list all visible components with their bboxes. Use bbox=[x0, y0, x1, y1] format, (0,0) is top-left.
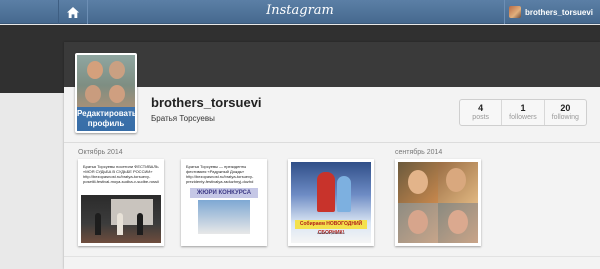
nav-username: brothers_torsuevi bbox=[525, 7, 594, 17]
post-thumbnail[interactable]: Собираем НОВОГОДНИЙ СБОРНИК! www.bezopas… bbox=[288, 159, 374, 246]
profile-card: Редактировать профиль brothers_torsuevi … bbox=[64, 42, 600, 269]
person bbox=[95, 213, 101, 235]
post-caption: Братья Торсуевы — президенты фестиваля «… bbox=[186, 164, 254, 184]
post-photo bbox=[81, 195, 161, 243]
face bbox=[85, 85, 101, 103]
stat-label: posts bbox=[472, 114, 490, 121]
santa-figure bbox=[317, 172, 335, 212]
post-banner: ЖЮРИ КОНКУРСА bbox=[190, 188, 258, 198]
post-caption: Братья Торсуевы посетили ФЕСТИВАЛЬ «МОЯ … bbox=[83, 164, 159, 184]
profile-username: brothers_torsuevi bbox=[151, 95, 262, 110]
divider bbox=[64, 256, 600, 257]
face bbox=[109, 85, 125, 103]
post-image: Братья Торсуевы — президенты фестиваля «… bbox=[184, 162, 264, 243]
profile-photo-image: Редактировать профиль bbox=[77, 55, 135, 131]
person bbox=[117, 213, 123, 235]
stat-posts[interactable]: 4 posts bbox=[460, 100, 503, 125]
face bbox=[109, 61, 125, 79]
stat-value: 20 bbox=[560, 103, 571, 113]
post-image: Собираем НОВОГОДНИЙ СБОРНИК! www.bezopas… bbox=[291, 162, 371, 243]
top-navigation-bar: Instagram brothers_torsuevi bbox=[0, 0, 600, 24]
post-image bbox=[398, 162, 478, 243]
post-thumbnail[interactable]: Братья Торсуевы посетили ФЕСТИВАЛЬ «МОЯ … bbox=[78, 159, 164, 246]
stat-following[interactable]: 20 following bbox=[545, 100, 586, 125]
edit-profile-button[interactable]: Редактировать профиль bbox=[77, 107, 135, 131]
card-header bbox=[64, 42, 600, 87]
user-avatar bbox=[509, 6, 521, 18]
face bbox=[408, 210, 428, 234]
stat-followers[interactable]: 1 followers bbox=[502, 100, 545, 125]
face bbox=[408, 170, 428, 194]
profile-stats: 4 posts 1 followers 20 following bbox=[459, 99, 587, 126]
post-title: Собираем НОВОГОДНИЙ СБОРНИК! bbox=[295, 220, 367, 236]
stat-value: 1 bbox=[520, 103, 526, 113]
stat-value: 4 bbox=[478, 103, 484, 113]
post-thumbnail[interactable] bbox=[395, 159, 481, 246]
month-label: сентябрь 2014 bbox=[395, 149, 443, 156]
face bbox=[87, 61, 103, 79]
post-image: Братья Торсуевы посетили ФЕСТИВАЛЬ «МОЯ … bbox=[81, 162, 161, 243]
person bbox=[137, 213, 143, 235]
profile-photo[interactable]: Редактировать профиль bbox=[75, 53, 137, 133]
face bbox=[448, 210, 468, 234]
stat-label: followers bbox=[509, 114, 537, 121]
month-label: Октябрь 2014 bbox=[78, 149, 123, 156]
divider bbox=[64, 142, 600, 143]
user-menu[interactable]: brothers_torsuevi bbox=[504, 0, 600, 24]
post-thumbnail[interactable]: Братья Торсуевы — президенты фестиваля «… bbox=[181, 159, 267, 246]
post-photo bbox=[198, 200, 250, 234]
face bbox=[446, 168, 466, 192]
stat-label: following bbox=[551, 114, 579, 121]
profile-full-name: Братья Торсуевы bbox=[151, 114, 215, 123]
post-url: www.bezopasnost.ru bbox=[317, 231, 345, 235]
snow-maiden-figure bbox=[337, 176, 351, 212]
